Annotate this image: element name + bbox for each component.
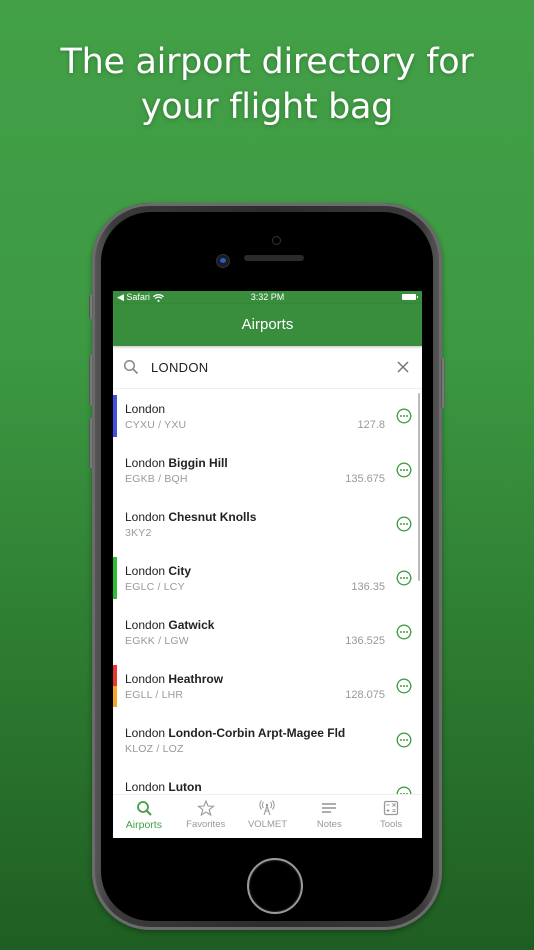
headline-line-1: The airport directory for (60, 42, 474, 82)
airport-name: London Gatwick (125, 618, 214, 632)
airport-list: London CYXU / YXU 127.8 London Biggin Hill… (113, 389, 422, 794)
airport-codes: KLOZ / LOZ (125, 743, 184, 755)
atis-frequency: 135.675 (345, 473, 385, 485)
more-options-icon[interactable] (396, 408, 412, 424)
tab-notes[interactable]: Notes (298, 795, 360, 838)
airport-title: Gatwick (168, 618, 215, 632)
tab-label: Favorites (186, 819, 226, 830)
airport-row[interactable]: London Gatwick EGKK / LGW 136.525 (113, 605, 422, 659)
airport-codes: EGLC / LCY (125, 581, 185, 593)
close-icon[interactable] (396, 360, 410, 374)
airport-city: London (125, 564, 166, 578)
status-marker (113, 665, 117, 707)
status-bar: ◀ Safari 3:32 PM (113, 291, 422, 304)
notes-icon (322, 803, 337, 813)
app-screen: ◀ Safari 3:32 PM Airports London CYXU / Y… (113, 291, 422, 838)
mute-switch (89, 295, 93, 319)
status-time: 3:32 PM (250, 292, 285, 302)
airport-title: Chesnut Knolls (168, 510, 257, 524)
airport-row[interactable]: London CYXU / YXU 127.8 (113, 389, 422, 443)
more-options-icon[interactable] (396, 732, 412, 748)
airport-name: London City (125, 564, 191, 578)
airport-codes: CYXU / YXU (125, 419, 187, 431)
more-options-icon[interactable] (396, 678, 412, 694)
search-icon (123, 359, 139, 375)
airport-row[interactable]: London Luton (113, 767, 422, 794)
home-button[interactable] (247, 858, 303, 914)
search-bar (113, 346, 422, 389)
more-options-icon[interactable] (396, 570, 412, 586)
tab-volmet[interactable]: VOLMET (237, 795, 299, 838)
airport-name: London Biggin Hill (125, 456, 228, 470)
airport-city: London (125, 456, 166, 470)
atis-frequency: 127.8 (357, 419, 385, 431)
page-title: Airports (241, 316, 294, 333)
airport-row[interactable]: London City EGLC / LCY 136.35 (113, 551, 422, 605)
earpiece-speaker (244, 255, 304, 261)
tab-tools[interactable]: Tools (360, 795, 422, 838)
airport-city: London (125, 510, 166, 524)
tab-label: Notes (316, 819, 342, 830)
airport-title: City (168, 564, 192, 578)
airport-city: London (125, 618, 166, 632)
tab-label: VOLMET (247, 819, 288, 830)
airport-row[interactable]: London Biggin Hill EGKB / BQH 135.675 (113, 443, 422, 497)
airport-name: London London-Corbin Arpt-Magee Fld (125, 726, 345, 740)
airport-row[interactable]: London Chesnut Knolls 3KY2 (113, 497, 422, 551)
airport-codes: 3KY2 (125, 527, 152, 539)
airport-city: London (125, 672, 166, 686)
tab-favorites[interactable]: Favorites (175, 795, 237, 838)
airport-title: Biggin Hill (168, 456, 228, 470)
airport-codes: EGLL / LHR (125, 689, 184, 701)
airport-city: London (125, 780, 166, 794)
more-options-icon[interactable] (396, 624, 412, 640)
airport-name: London Heathrow (125, 672, 223, 686)
tab-label: Tools (379, 819, 403, 830)
airport-name: London Chesnut Knolls (125, 510, 256, 524)
search-input[interactable] (149, 358, 396, 376)
nav-bar: Airports (113, 304, 422, 346)
volume-up-button (89, 355, 93, 405)
airport-name: London (125, 402, 165, 416)
headline: The airport directory for your flight ba… (0, 40, 534, 130)
airport-row[interactable]: London Heathrow EGLL / LHR 128.075 (113, 659, 422, 713)
star-icon (196, 799, 215, 817)
airport-title: Heathrow (168, 672, 224, 686)
power-button (441, 358, 445, 408)
airport-title: London-Corbin Arpt-Magee Fld (168, 726, 346, 740)
airport-city: London (125, 402, 166, 416)
tab-label: Airports (125, 819, 162, 831)
atis-frequency: 136.35 (351, 581, 385, 593)
status-marker (113, 395, 117, 437)
more-options-icon[interactable] (396, 516, 412, 532)
tab-bar: Airports Favorites VOLMET Notes Tools (113, 794, 422, 838)
airport-name: London Luton (125, 780, 202, 794)
airport-codes: EGKK / LGW (125, 635, 189, 647)
proximity-sensor (272, 236, 281, 245)
atis-frequency: 136.525 (345, 635, 385, 647)
tab-airports[interactable]: Airports (113, 795, 175, 838)
search-icon (136, 801, 152, 816)
headline-line-2: your flight bag (140, 87, 394, 127)
antenna-icon (259, 800, 276, 816)
battery-icon (402, 294, 418, 300)
more-options-icon[interactable] (396, 462, 412, 478)
status-marker (113, 557, 117, 599)
airport-city: London (125, 726, 166, 740)
airport-row[interactable]: London London-Corbin Arpt-Magee Fld KLOZ … (113, 713, 422, 767)
calculator-icon (383, 800, 399, 816)
volume-down-button (89, 418, 93, 468)
airport-codes: EGKB / BQH (125, 473, 188, 485)
more-options-icon[interactable] (396, 786, 412, 794)
airport-title: Luton (168, 780, 202, 794)
atis-frequency: 128.075 (345, 689, 385, 701)
front-camera (216, 254, 230, 268)
